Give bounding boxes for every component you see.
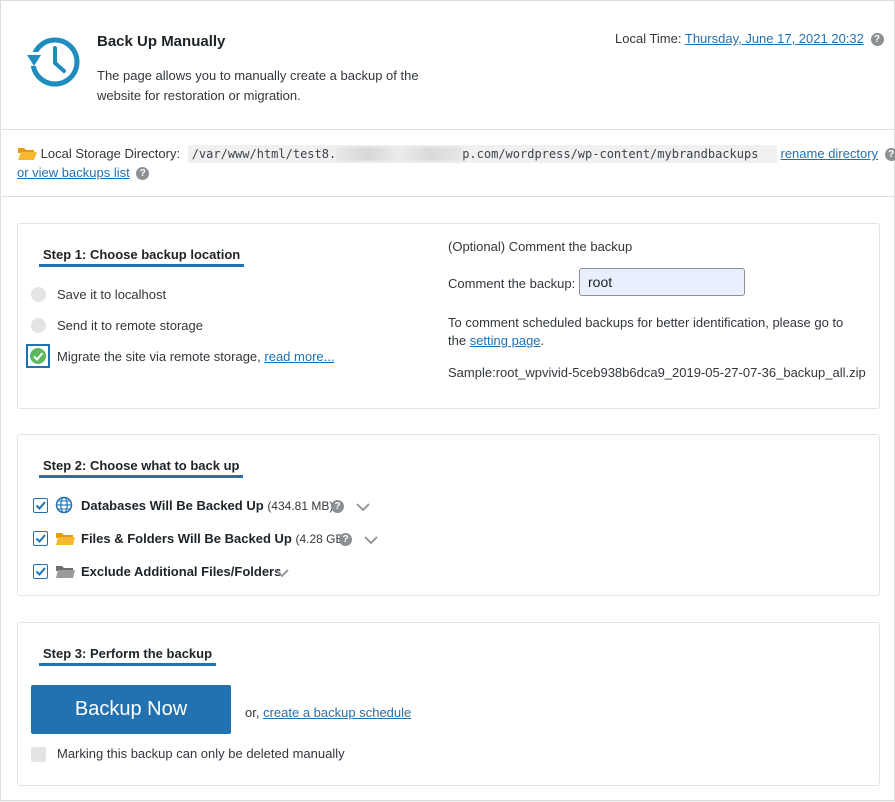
- files-folders-label: Files & Folders Will Be Backed Up: [81, 531, 292, 546]
- option-localhost-label: Save it to localhost: [57, 287, 167, 302]
- setting-page-link[interactable]: setting page: [470, 333, 541, 348]
- local-time-label: Local Time:: [615, 31, 682, 46]
- radio-localhost[interactable]: [31, 287, 46, 302]
- databases-item: Databases Will Be Backed Up (434.81 MB): [81, 498, 333, 513]
- backup-panel: Back Up Manually The page allows you to …: [0, 0, 895, 801]
- step2-box: Step 2: Choose what to back up Databases…: [17, 434, 880, 596]
- files-folders-item: Files & Folders Will Be Backed Up (4.28 …: [81, 531, 347, 546]
- or-text: or,: [245, 705, 260, 720]
- view-backups-row: or view backups list ?: [17, 165, 150, 181]
- read-more-link[interactable]: read more...: [264, 349, 334, 364]
- folder-gray-icon: [55, 563, 75, 582]
- view-backups-list-link[interactable]: or view backups list: [17, 165, 130, 180]
- storage-path: /var/www/html/test8. p.com/wordpress/wp-c…: [187, 144, 777, 163]
- chevron-down-icon[interactable]: [275, 568, 289, 578]
- help-icon[interactable]: ?: [870, 33, 884, 47]
- page-title: Back Up Manually: [97, 33, 226, 50]
- scheduled-note-suffix: .: [540, 333, 545, 348]
- comment-input[interactable]: root: [579, 268, 745, 296]
- header-divider: [2, 129, 894, 130]
- option-migrate: Migrate the site via remote storage, rea…: [57, 349, 334, 364]
- check-circle-icon: [30, 348, 46, 364]
- scheduled-note-line2: the setting page.: [448, 333, 544, 348]
- databases-label: Databases Will Be Backed Up: [81, 498, 264, 513]
- storage-path-suffix: p.com/wordpress/wp-content/mybrandbackup…: [462, 146, 759, 161]
- step1-title: Step 1: Choose backup location: [39, 247, 245, 267]
- local-time-link[interactable]: Thursday, June 17, 2021 20:32: [685, 31, 864, 46]
- scheduled-note-prefix: the: [448, 333, 467, 348]
- radio-migrate[interactable]: [26, 344, 50, 368]
- storage-divider: [2, 196, 894, 197]
- step1-box: Step 1: Choose backup location Save it t…: [17, 223, 880, 409]
- storage-path-prefix: /var/www/html/test8.: [191, 146, 337, 161]
- sample-filename: Sample:root_wpvivid-5ceb938b6dca9_2019-0…: [448, 365, 866, 380]
- option-remote-label: Send it to remote storage: [57, 318, 203, 333]
- step2-title: Step 2: Choose what to back up: [39, 458, 244, 478]
- scheduled-note-line1: To comment scheduled backups for better …: [448, 315, 844, 330]
- backup-now-button[interactable]: Backup Now: [31, 685, 231, 734]
- rename-directory-link[interactable]: rename directory: [781, 146, 879, 161]
- help-icon[interactable]: ?: [339, 533, 352, 546]
- local-time: Local Time: Thursday, June 17, 2021 20:3…: [615, 31, 884, 47]
- comment-heading: (Optional) Comment the backup: [448, 239, 633, 254]
- exclude-item: Exclude Additional Files/Folders: [81, 564, 281, 579]
- page-description-line1: The page allows you to manually create a…: [97, 68, 419, 83]
- schedule-row: or, create a backup schedule: [245, 705, 411, 720]
- page-description-line2: website for restoration or migration.: [97, 88, 301, 103]
- radio-remote-storage[interactable]: [31, 318, 46, 333]
- files-folders-checkbox[interactable]: [33, 531, 48, 546]
- help-icon[interactable]: ?: [331, 500, 344, 513]
- manual-delete-checkbox[interactable]: [31, 747, 46, 762]
- globe-icon: [55, 496, 73, 517]
- exclude-checkbox[interactable]: [33, 564, 48, 579]
- folder-icon: [55, 530, 75, 549]
- redacted-region: [336, 147, 463, 162]
- chevron-down-icon[interactable]: [364, 535, 378, 545]
- chevron-down-icon[interactable]: [356, 502, 370, 512]
- storage-label: Local Storage Directory:: [40, 145, 181, 161]
- create-schedule-link[interactable]: create a backup schedule: [263, 705, 411, 720]
- manual-delete-label: Marking this backup can only be deleted …: [57, 746, 345, 761]
- backup-clock-icon: [26, 34, 82, 90]
- folder-open-icon: [17, 145, 37, 164]
- help-icon[interactable]: ?: [136, 167, 150, 181]
- databases-checkbox[interactable]: [33, 498, 48, 513]
- exclude-label: Exclude Additional Files/Folders: [81, 564, 282, 579]
- storage-directory-row: Local Storage Directory: /var/www/html/t…: [17, 144, 895, 164]
- step3-title: Step 3: Perform the backup: [39, 646, 217, 666]
- option-migrate-label: Migrate the site via remote storage,: [57, 349, 261, 364]
- help-icon[interactable]: ?: [884, 148, 895, 161]
- comment-label: Comment the backup:: [448, 276, 576, 291]
- databases-size: (434.81 MB): [267, 499, 334, 513]
